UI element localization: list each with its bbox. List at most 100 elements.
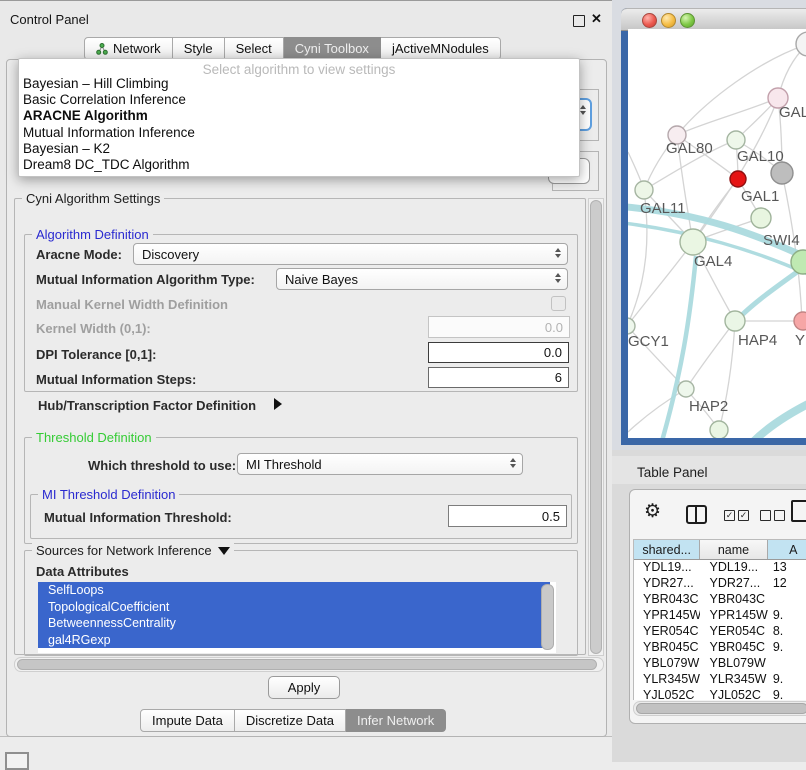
algorithm-dropdown-menu: Select algorithm to view settings Bayesi… [18,58,580,177]
attribute-item-topologicalcoefficient[interactable]: TopologicalCoefficient [38,599,550,616]
menu-item-bayesian-k2[interactable]: Bayesian – K2 [22,141,573,156]
network-node-gal11[interactable] [635,181,653,199]
network-node[interactable] [751,208,771,228]
tab-cyni-toolbox[interactable]: Cyni Toolbox [284,37,381,60]
menu-item-basic-correlation-inference[interactable]: Basic Correlation Inference [22,92,573,107]
menu-item-dream8-dc-tdc-algorithm[interactable]: Dream8 DC_TDC Algorithm [22,157,573,172]
mi-threshold-field[interactable]: 0.5 [448,505,567,527]
collapse-arrow-icon[interactable] [218,547,230,555]
node-label-gal10: GAL10 [737,148,784,165]
tab-label: Cyni Toolbox [295,41,369,56]
cyni-settings-group-title: Cyni Algorithm Settings [22,191,164,206]
network-edge[interactable] [677,44,806,135]
table-cell: YER054C [634,624,700,640]
attribute-item-gal4rgexp[interactable]: gal4RGexp [38,632,550,649]
network-edge[interactable] [628,389,686,432]
list-scrollbar[interactable] [541,584,554,650]
table-row[interactable]: YPR145WYPR145W9. [634,608,806,624]
network-node-hap2[interactable] [678,381,694,397]
network-node-gal4[interactable] [680,229,706,255]
table-row[interactable]: YJL052CYJL052C9. [634,688,806,700]
node-attribute-table[interactable]: shared...nameA YDL19...YDL19...13YDR27..… [633,539,806,700]
expand-arrow-icon[interactable] [274,398,282,410]
close-traffic-light-icon[interactable] [642,13,657,28]
attribute-item-selfloops[interactable]: SelfLoops [38,582,550,599]
table-row[interactable]: YDL19...YDL19...13 [634,560,806,576]
table-cell: YDR27... [700,576,767,592]
column-layout-icon[interactable] [686,505,707,524]
mi-steps-field[interactable]: 6 [428,367,569,388]
checked-checkbox-icon[interactable]: ✓ [724,510,735,521]
settings-gear-icon[interactable]: ⚙ [644,502,661,521]
table-panel-title: Table Panel [637,465,708,480]
network-canvas[interactable]: GALGAL80GAL10GAL1GAL11GAL4SWI4GCY1HAP4YH… [628,29,806,438]
menu-item-aracne-algorithm[interactable]: ARACNE Algorithm [22,108,573,123]
table-cell: YLR345W [634,672,700,688]
table-row[interactable]: YER054CYER054C8. [634,624,806,640]
manual-kernel-width-checkbox[interactable] [551,296,566,311]
tab-infer-network[interactable]: Infer Network [346,709,446,732]
combo-arrows-icon [510,458,516,468]
tab-style[interactable]: Style [173,37,225,60]
network-node[interactable] [796,32,806,56]
float-window-icon[interactable] [573,15,585,27]
table-row[interactable]: YBR045CYBR045C9. [634,640,806,656]
tab-jactivemnodules[interactable]: jActiveMNodules [381,37,501,60]
data-attributes-list[interactable]: SelfLoopsTopologicalCoefficientBetweenne… [38,582,556,653]
menu-item-bayesian-hill-climbing[interactable]: Bayesian – Hill Climbing [22,76,573,91]
network-edge[interactable] [677,98,778,135]
column-header-name[interactable]: name [700,540,767,559]
column-header-A[interactable]: A [768,540,806,559]
table-row[interactable]: YLR345WYLR345W9. [634,672,806,688]
network-node-gcy1[interactable] [628,318,635,334]
table-row[interactable]: YBR043CYBR043C [634,592,806,608]
settings-horizontal-scrollbar[interactable] [14,657,604,672]
table-horizontal-scrollbar[interactable] [633,701,806,716]
network-edge[interactable] [628,242,693,326]
tab-discretize-data[interactable]: Discretize Data [235,709,346,732]
network-node-gal10[interactable] [727,131,745,149]
network-node-hap4[interactable] [725,311,745,331]
kernel-width-field[interactable]: 0.0 [428,316,570,338]
network-node-y[interactable] [794,312,806,330]
tab-label: Select [236,41,272,56]
tab-select[interactable]: Select [225,37,284,60]
network-edge-highlighted[interactable] [744,402,806,438]
network-edge-highlighted[interactable] [737,267,804,320]
network-window-titlebar[interactable] [621,8,806,31]
tab-network[interactable]: Network [84,37,173,60]
minimized-window-icon[interactable] [5,752,29,770]
menu-item-mutual-information-inference[interactable]: Mutual Information Inference [22,125,573,140]
network-edge[interactable] [686,321,735,389]
table-cell: 9. [768,640,806,656]
aracne-mode-select[interactable]: Discovery [133,243,568,265]
table-cell: 12 [768,576,806,592]
column-header-shared[interactable]: shared... [634,540,700,559]
table-cell: YJL052C [700,688,767,700]
network-node[interactable] [771,162,793,184]
close-icon[interactable]: ✕ [591,11,602,27]
table-cell: YPR145W [700,608,767,624]
table-cell: 9. [768,672,806,688]
node-label-gal1: GAL1 [741,188,779,205]
network-node-gal1[interactable] [730,171,746,187]
settings-vertical-scrollbar[interactable] [588,198,604,656]
checked-checkbox-icon[interactable]: ✓ [738,510,749,521]
tab-impute-data[interactable]: Impute Data [140,709,235,732]
node-label-gal80: GAL80 [666,140,713,157]
table-row[interactable]: YBL079WYBL079W [634,656,806,672]
new-column-icon[interactable] [791,500,806,522]
table-cell: YDL19... [700,560,767,576]
dpi-tolerance-field[interactable]: 0.0 [428,342,569,363]
unchecked-checkbox-icon[interactable] [760,510,771,521]
minimize-traffic-light-icon[interactable] [661,13,676,28]
which-threshold-select[interactable]: MI Threshold [237,453,523,475]
unchecked-checkbox-icon[interactable] [774,510,785,521]
network-node[interactable] [710,421,728,438]
attribute-item-betweennesscentrality[interactable]: BetweennessCentrality [38,615,550,632]
table-row[interactable]: YDR27...YDR27...12 [634,576,806,592]
dpi-tolerance-label: DPI Tolerance [0,1]: [36,347,156,362]
zoom-traffic-light-icon[interactable] [680,13,695,28]
apply-button[interactable]: Apply [268,676,340,699]
mi-algorithm-type-select[interactable]: Naive Bayes [276,268,568,290]
